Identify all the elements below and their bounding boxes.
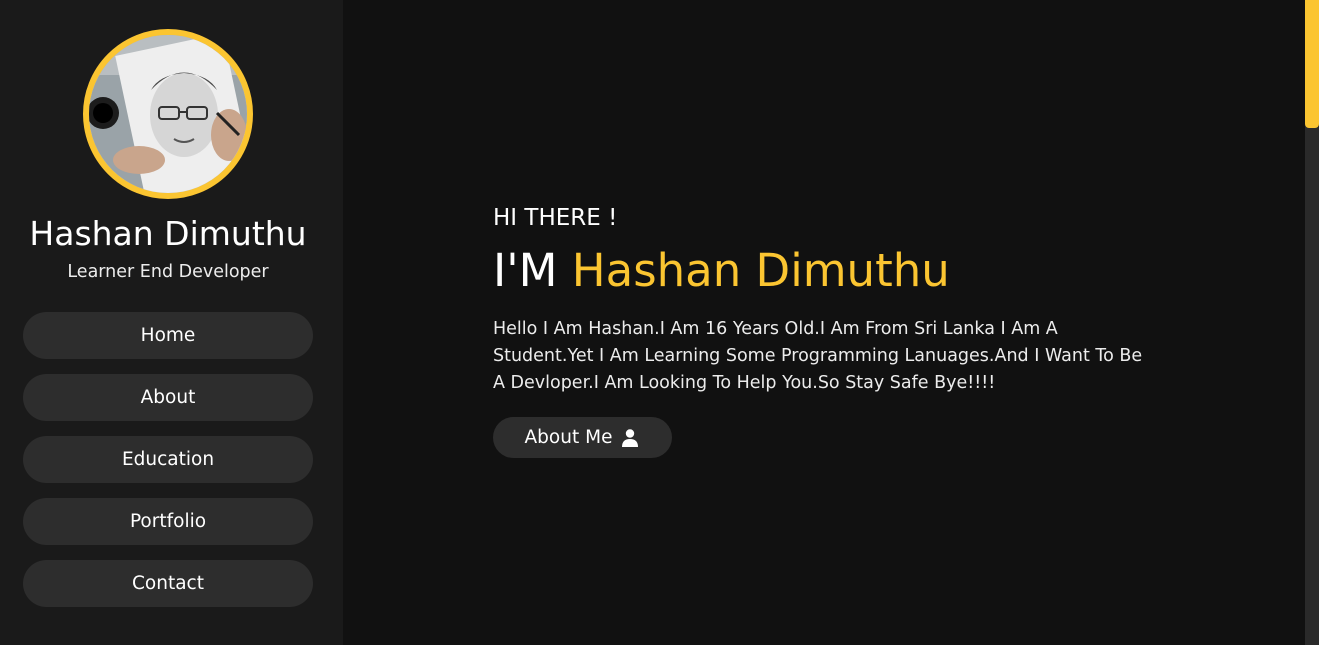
hero-headline: I'M Hashan Dimuthu [493,244,950,297]
avatar-sketch-image [89,35,247,193]
hero-bio: Hello I Am Hashan.I Am 16 Years Old.I Am… [493,319,1143,393]
nav-item-home[interactable]: Home [23,312,313,359]
sidebar: Hashan Dimuthu Learner End Developer Hom… [0,0,343,645]
headline-prefix: I'M [493,244,558,297]
about-me-button[interactable]: About Me [493,417,672,458]
nav-item-education[interactable]: Education [23,436,313,483]
about-me-label: About Me [524,427,613,448]
headline-name: Hashan Dimuthu [571,244,950,297]
hero-greeting: HI THERE ! [493,205,618,231]
page: Hashan Dimuthu Learner End Developer Hom… [0,0,1319,645]
avatar [83,29,253,199]
profile-role: Learner End Developer [67,262,269,282]
scrollbar[interactable] [1305,0,1319,645]
nav-item-portfolio[interactable]: Portfolio [23,498,313,545]
sidebar-nav: Home About Education Portfolio Contact [23,312,313,622]
scrollbar-thumb[interactable] [1305,0,1319,128]
nav-item-about[interactable]: About [23,374,313,421]
user-icon [622,428,640,447]
profile-name: Hashan Dimuthu [29,214,307,253]
nav-item-contact[interactable]: Contact [23,560,313,607]
main-content: HI THERE ! I'M Hashan Dimuthu Hello I Am… [343,0,1305,645]
